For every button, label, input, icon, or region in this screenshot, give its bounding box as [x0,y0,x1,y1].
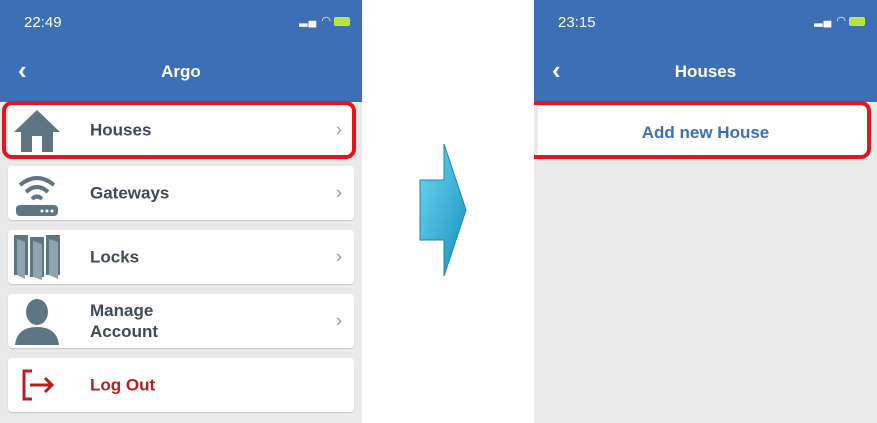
right-screen: 23:15 ▂▄ ◠ ‹ Houses Add new House [534,0,877,423]
nav-bar: 22:49 ▂▄ ◠ ‹ Argo [0,0,362,102]
label-line-2: Account [90,322,158,341]
logout-icon [22,369,55,401]
menu-item-locks[interactable]: Locks › [8,230,354,284]
menu-item-manage-account[interactable]: Manage Account › [8,294,354,348]
battery-icon [849,16,865,26]
chevron-right-icon: › [336,182,342,203]
person-icon [15,299,59,345]
chevron-right-icon: › [336,246,342,267]
nav-bar: 23:15 ▂▄ ◠ ‹ Houses [534,0,877,102]
page-title: Houses [674,62,737,81]
status-time: 22:49 [24,14,62,31]
menu-item-gateways[interactable]: Gateways › [8,166,354,220]
menu-item-label: Locks [90,247,140,267]
transition-arrow-icon [419,143,467,277]
highlight-box [534,101,871,159]
menu-item-logout[interactable]: Log Out [8,358,354,412]
battery-icon [334,16,350,26]
page-title: Argo [161,62,201,81]
left-screen: 22:49 ▂▄ ◠ ‹ Argo Houses › Gateways › Lo… [0,0,362,423]
highlight-box [2,101,356,159]
label-line-1: Manage [90,301,154,320]
menu-item-label: Gateways [90,183,170,203]
status-icons: ▂▄ ◠ [299,14,350,27]
menu-item-label: Manage Account [90,300,158,342]
status-icons: ▂▄ ◠ [814,14,865,27]
wifi-router-icon [16,176,58,216]
chevron-right-icon: › [336,310,342,331]
menu-item-label: Log Out [90,375,156,395]
status-time: 23:15 [558,14,596,31]
doors-icon [14,235,60,280]
